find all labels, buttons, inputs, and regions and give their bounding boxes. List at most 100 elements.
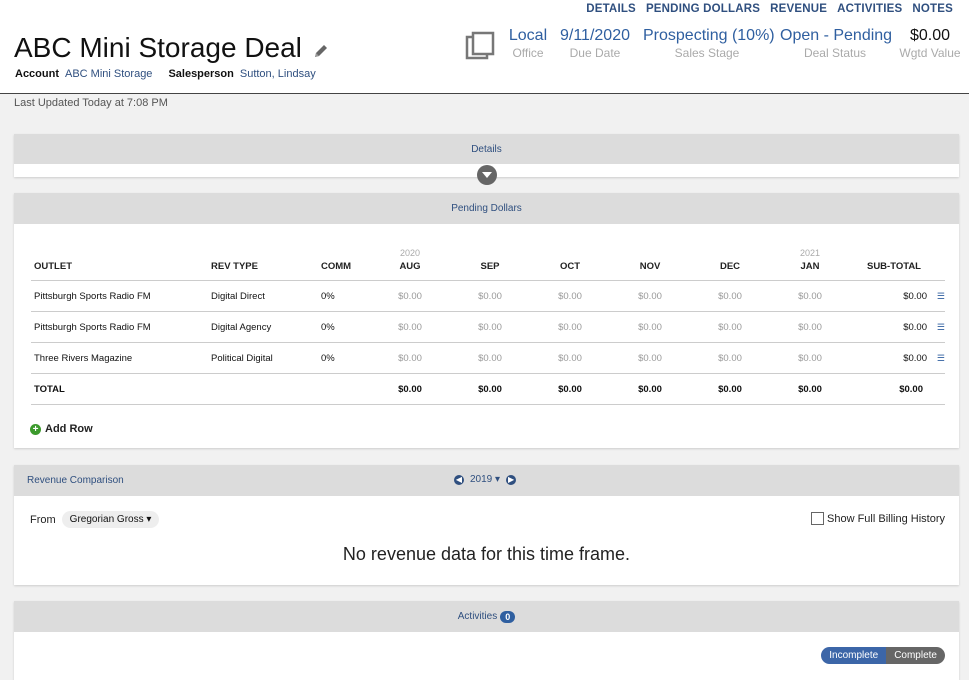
- row-dec[interactable]: $0.00: [690, 342, 770, 374]
- details-panel: Details: [14, 134, 959, 185]
- col-rev-type: REV TYPE: [208, 248, 318, 281]
- stat-sales-stage: Prospecting (10%) Sales Stage: [643, 27, 775, 60]
- pending-dollars-header: Pending Dollars: [14, 193, 959, 224]
- from-dropdown[interactable]: Gregorian Gross ▾: [61, 511, 160, 528]
- row-nov[interactable]: $0.00: [610, 280, 690, 312]
- row-sep[interactable]: $0.00: [450, 280, 530, 312]
- row-menu-icon[interactable]: ☰: [935, 291, 945, 302]
- stat-deal-status: Open - Pending Deal Status: [780, 27, 893, 60]
- year-value: 2019: [470, 474, 493, 485]
- row-nov[interactable]: $0.00: [610, 311, 690, 343]
- incomplete-tab[interactable]: Incomplete: [821, 647, 887, 664]
- billing-history-checkbox[interactable]: [811, 512, 825, 525]
- last-updated: Last Updated Today at 7:08 PM: [14, 97, 168, 109]
- row-subtotal: $0.00: [903, 321, 927, 333]
- row-aug[interactable]: $0.00: [370, 342, 450, 374]
- row-oct[interactable]: $0.00: [530, 342, 610, 374]
- deal-status-value: Open - Pending: [780, 27, 893, 44]
- nav-revenue[interactable]: REVENUE: [770, 3, 827, 15]
- col-oct: OCT: [530, 248, 610, 281]
- from-label: From: [30, 513, 56, 526]
- row-oct[interactable]: $0.00: [530, 311, 610, 343]
- row-subtotal-cell: $0.00 ☰: [850, 311, 945, 343]
- details-header[interactable]: Details: [14, 134, 959, 164]
- nav-details[interactable]: DETAILS: [586, 3, 636, 15]
- table-header-row: OUTLET REV TYPE COMM 2020 AUG SEP OCT NOV…: [31, 248, 945, 281]
- col-jan: 2021 JAN: [770, 248, 850, 281]
- edit-pencil-icon[interactable]: [313, 43, 329, 59]
- col-aug: 2020 AUG: [370, 248, 450, 281]
- row-sep[interactable]: $0.00: [450, 342, 530, 374]
- account-link[interactable]: ABC Mini Storage: [65, 68, 152, 80]
- total-empty: [318, 373, 370, 405]
- billing-history-label: Show Full Billing History: [827, 512, 945, 525]
- prev-year-icon[interactable]: ◀: [454, 474, 464, 485]
- activities-count-badge: 0: [500, 610, 516, 623]
- total-aug: $0.00: [370, 373, 450, 405]
- row-comm: 0%: [318, 280, 370, 312]
- nav-activities[interactable]: ACTIVITIES: [837, 3, 902, 15]
- next-year-icon[interactable]: ▶: [506, 474, 517, 485]
- add-row-button[interactable]: + Add Row: [30, 423, 93, 435]
- copy-icon[interactable]: [465, 31, 495, 61]
- row-jan[interactable]: $0.00: [770, 280, 850, 312]
- deal-status-label: Deal Status: [803, 46, 867, 60]
- salesperson-link[interactable]: Sutton, Lindsay: [240, 68, 316, 80]
- salesperson-label: Salesperson: [168, 68, 234, 80]
- revenue-comparison-header: Revenue Comparison ◀ 2019 ▾ ▶: [14, 465, 959, 496]
- expand-chevron-icon[interactable]: [477, 165, 497, 185]
- total-oct: $0.00: [530, 373, 610, 405]
- activities-title: Activities: [457, 611, 498, 622]
- col-subtotal: SUB-TOTAL: [850, 248, 945, 281]
- table-row: Three Rivers Magazine Political Digital …: [31, 342, 945, 374]
- revenue-comparison-title: Revenue Comparison: [27, 475, 124, 486]
- row-outlet: Pittsburgh Sports Radio FM: [31, 311, 208, 343]
- pending-dollars-panel: Pending Dollars OUTLET REV TYPE COMM 202…: [14, 193, 959, 448]
- row-dec[interactable]: $0.00: [690, 311, 770, 343]
- row-dec[interactable]: $0.00: [690, 280, 770, 312]
- row-oct[interactable]: $0.00: [530, 280, 610, 312]
- row-sep[interactable]: $0.00: [450, 311, 530, 343]
- activity-filter-toggle: Incomplete Complete: [821, 647, 945, 664]
- stat-office: Local Office: [508, 27, 548, 60]
- total-empty: [208, 373, 318, 405]
- total-nov: $0.00: [610, 373, 690, 405]
- row-outlet: Three Rivers Magazine: [31, 342, 208, 374]
- total-jan: $0.00: [770, 373, 850, 405]
- row-subtotal-cell: $0.00 ☰: [850, 280, 945, 312]
- wgtd-value: $0.00: [909, 27, 951, 44]
- from-row: From Gregorian Gross ▾: [30, 511, 160, 528]
- no-revenue-message: No revenue data for this time frame.: [342, 544, 631, 564]
- row-comm: 0%: [318, 311, 370, 343]
- wgtd-value-label: Wgtd Value: [899, 46, 961, 60]
- nav-pending-dollars[interactable]: PENDING DOLLARS: [646, 3, 760, 15]
- total-sep: $0.00: [450, 373, 530, 405]
- total-label: TOTAL: [31, 373, 208, 405]
- deal-meta: Account ABC Mini Storage Salesperson Sut…: [15, 68, 326, 80]
- nav-notes[interactable]: NOTES: [912, 3, 953, 15]
- billing-history-toggle[interactable]: Show Full Billing History: [811, 512, 945, 525]
- sales-stage-value: Prospecting (10%): [643, 27, 775, 44]
- complete-tab[interactable]: Complete: [886, 647, 945, 664]
- row-aug[interactable]: $0.00: [370, 280, 450, 312]
- table-row: Pittsburgh Sports Radio FM Digital Agenc…: [31, 311, 945, 343]
- due-date-value: 9/11/2020: [560, 27, 630, 44]
- deal-title: ABC Mini Storage Deal: [14, 32, 302, 63]
- col-outlet: OUTLET: [31, 248, 208, 281]
- row-menu-icon[interactable]: ☰: [935, 322, 945, 333]
- stat-due-date: 9/11/2020 Due Date: [557, 27, 633, 60]
- col-sep: SEP: [450, 248, 530, 281]
- revenue-comparison-panel: Revenue Comparison ◀ 2019 ▾ ▶ From Grego…: [14, 465, 959, 585]
- row-nov[interactable]: $0.00: [610, 342, 690, 374]
- year-select[interactable]: 2019 ▾: [470, 474, 500, 485]
- office-value: Local: [508, 27, 548, 44]
- row-jan[interactable]: $0.00: [770, 342, 850, 374]
- row-subtotal-cell: $0.00 ☰: [850, 342, 945, 374]
- total-row: TOTAL $0.00 $0.00 $0.00 $0.00 $0.00 $0.0…: [31, 373, 945, 405]
- row-aug[interactable]: $0.00: [370, 311, 450, 343]
- year-navigator: ◀ 2019 ▾ ▶: [454, 474, 517, 485]
- row-jan[interactable]: $0.00: [770, 311, 850, 343]
- sales-stage-label: Sales Stage: [674, 46, 740, 60]
- row-menu-icon[interactable]: ☰: [935, 353, 945, 364]
- office-label: Office: [512, 46, 544, 60]
